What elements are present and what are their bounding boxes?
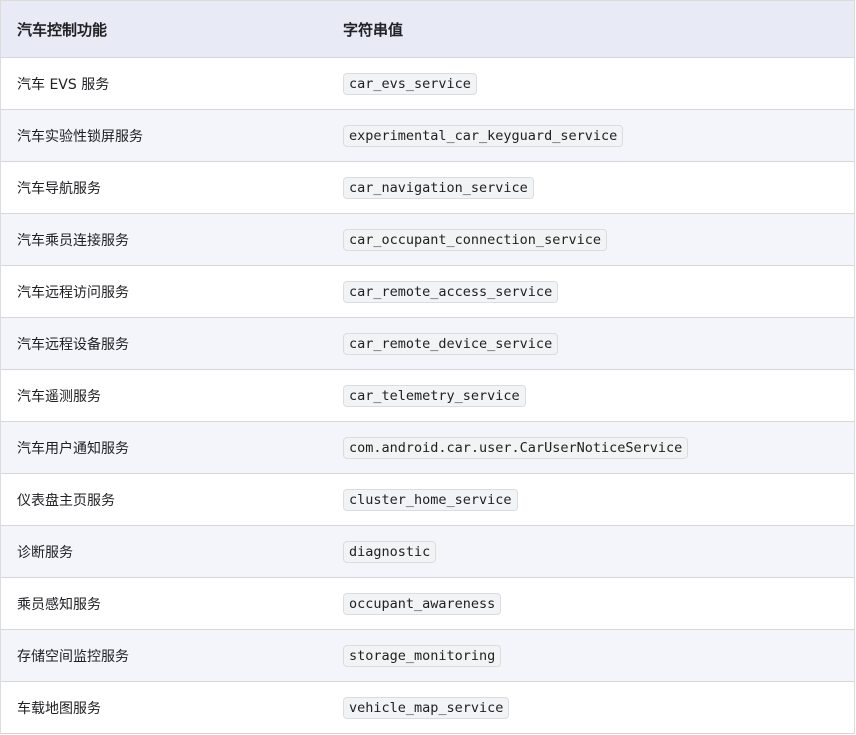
string-value-code: car_remote_access_service bbox=[343, 280, 559, 303]
table-row: 存储空间监控服务 storage_monitoring bbox=[1, 630, 854, 682]
feature-name: 乘员感知服务 bbox=[17, 596, 101, 613]
feature-table: 汽车控制功能 字符串值 汽车 EVS 服务 car_evs_service 汽车… bbox=[0, 0, 855, 734]
string-value-code: car_remote_device_service bbox=[343, 332, 559, 355]
feature-name: 汽车用户通知服务 bbox=[17, 440, 129, 457]
feature-name: 汽车导航服务 bbox=[17, 180, 101, 197]
table-row: 车载地图服务 vehicle_map_service bbox=[1, 682, 854, 734]
feature-name: 汽车远程设备服务 bbox=[17, 336, 129, 353]
string-value-code: vehicle_map_service bbox=[343, 696, 510, 719]
string-value-code: occupant_awareness bbox=[343, 592, 502, 615]
table-row: 汽车导航服务 car_navigation_service bbox=[1, 162, 854, 214]
string-value-cell: vehicle_map_service bbox=[343, 696, 854, 719]
string-value-cell: car_remote_device_service bbox=[343, 332, 854, 355]
string-value-cell: experimental_car_keyguard_service bbox=[343, 124, 854, 147]
table-row: 汽车乘员连接服务 car_occupant_connection_service bbox=[1, 214, 854, 266]
string-value-code: experimental_car_keyguard_service bbox=[343, 124, 624, 147]
string-value-code: car_telemetry_service bbox=[343, 384, 526, 407]
column-header-feature: 汽车控制功能 bbox=[17, 20, 108, 39]
string-value-cell: car_remote_access_service bbox=[343, 280, 854, 303]
string-value-cell: car_navigation_service bbox=[343, 176, 854, 199]
column-header-string-value: 字符串值 bbox=[343, 20, 404, 39]
table-header-row: 汽车控制功能 字符串值 bbox=[1, 1, 854, 58]
string-value-code: storage_monitoring bbox=[343, 644, 502, 667]
feature-name: 汽车实验性锁屏服务 bbox=[17, 128, 143, 145]
string-value-code: car_evs_service bbox=[343, 72, 477, 95]
feature-name: 汽车远程访问服务 bbox=[17, 284, 129, 301]
table-row: 汽车远程访问服务 car_remote_access_service bbox=[1, 266, 854, 318]
feature-name: 汽车 EVS 服务 bbox=[17, 76, 110, 93]
table-row: 汽车实验性锁屏服务 experimental_car_keyguard_serv… bbox=[1, 110, 854, 162]
feature-name: 诊断服务 bbox=[17, 544, 73, 561]
string-value-cell: car_telemetry_service bbox=[343, 384, 854, 407]
string-value-cell: diagnostic bbox=[343, 540, 854, 563]
string-value-code: com.android.car.user.CarUserNoticeServic… bbox=[343, 436, 689, 459]
feature-name: 车载地图服务 bbox=[17, 700, 101, 717]
string-value-cell: occupant_awareness bbox=[343, 592, 854, 615]
table-row: 诊断服务 diagnostic bbox=[1, 526, 854, 578]
feature-name: 汽车乘员连接服务 bbox=[17, 232, 129, 249]
feature-name: 存储空间监控服务 bbox=[17, 648, 129, 665]
string-value-code: diagnostic bbox=[343, 540, 437, 563]
table-row: 仪表盘主页服务 cluster_home_service bbox=[1, 474, 854, 526]
string-value-cell: car_occupant_connection_service bbox=[343, 228, 854, 251]
string-value-code: cluster_home_service bbox=[343, 488, 518, 511]
table-row: 汽车用户通知服务 com.android.car.user.CarUserNot… bbox=[1, 422, 854, 474]
string-value-code: car_navigation_service bbox=[343, 176, 534, 199]
string-value-cell: com.android.car.user.CarUserNoticeServic… bbox=[343, 436, 854, 459]
string-value-cell: cluster_home_service bbox=[343, 488, 854, 511]
string-value-cell: storage_monitoring bbox=[343, 644, 854, 667]
feature-name: 仪表盘主页服务 bbox=[17, 492, 115, 509]
feature-name: 汽车遥测服务 bbox=[17, 388, 101, 405]
table-row: 汽车遥测服务 car_telemetry_service bbox=[1, 370, 854, 422]
string-value-cell: car_evs_service bbox=[343, 72, 854, 95]
string-value-code: car_occupant_connection_service bbox=[343, 228, 607, 251]
table-row: 汽车 EVS 服务 car_evs_service bbox=[1, 58, 854, 110]
table-row: 汽车远程设备服务 car_remote_device_service bbox=[1, 318, 854, 370]
table-row: 乘员感知服务 occupant_awareness bbox=[1, 578, 854, 630]
